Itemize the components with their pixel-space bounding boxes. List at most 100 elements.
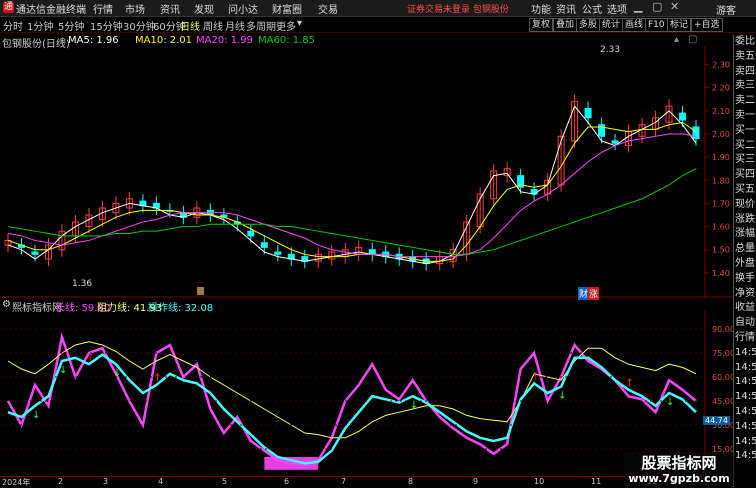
menu-xuanxiang[interactable]: 选项 [607, 1, 627, 16]
settings-icon[interactable]: ⚙ [59, 36, 66, 45]
menu-jiaoyi[interactable]: 交易 [318, 1, 338, 16]
candle-body [611, 140, 619, 144]
period-fenshi[interactable]: 分时 [3, 18, 23, 33]
quote-panel-item[interactable]: 买四 [735, 169, 755, 181]
quote-panel-item[interactable]: 14:50 [735, 450, 756, 462]
quote-panel-item[interactable]: 卖二 [735, 95, 755, 107]
period-more[interactable]: 更多 [276, 18, 296, 33]
price-tick-label: 1.50 [712, 246, 730, 255]
price-tick-label: 1.70 [712, 199, 730, 208]
menu-wenxiaoda[interactable]: 问小达 [228, 1, 258, 16]
watermark-title: 股票指标网 [641, 454, 716, 472]
period-daily[interactable]: 日线 [180, 18, 200, 33]
x-axis-labels: 2024年23456789101112 [0, 477, 705, 487]
quote-panel-item[interactable]: 涨幅 [735, 228, 755, 240]
tool-duogu[interactable]: 多股 [576, 18, 601, 32]
menu-zixun-right[interactable]: 资讯 [556, 1, 576, 16]
guest-user[interactable]: 游客 [716, 2, 736, 17]
quote-panel-item[interactable]: 14:50 [735, 376, 756, 388]
quote-panel-item[interactable]: 收益 [735, 302, 755, 314]
quote-panel-item[interactable]: 总量 [735, 243, 755, 255]
quote-panel-item[interactable]: 买一 [735, 125, 755, 137]
x-axis-label: 8 [408, 477, 414, 486]
quote-panel-item[interactable]: 净资 [735, 288, 755, 300]
menu-gongshi[interactable]: 公式 [582, 1, 602, 16]
menu-zixun[interactable]: 资讯 [160, 1, 180, 16]
menu-caifuquan[interactable]: 财富圈 [272, 1, 302, 16]
kline-chart[interactable]: 2.30 2.20 2.10 2.00 1.90 1.80 1.70 1.60 1.50 1.40 [0, 46, 733, 298]
menu-faxian[interactable]: 发现 [194, 1, 214, 16]
x-axis-label: 4 [158, 477, 164, 486]
tool-f10[interactable]: F10 [645, 18, 668, 32]
candle-body [692, 126, 700, 140]
zhang-badge[interactable]: 涨 [588, 287, 600, 300]
tool-diejia[interactable]: 叠加 [553, 18, 578, 32]
candle-body [31, 251, 39, 255]
period-15min[interactable]: 15分钟 [90, 18, 123, 33]
candles-group [4, 94, 700, 271]
chart-up-icon[interactable]: ▴ [674, 34, 679, 45]
quote-panel-item[interactable]: 委比 [735, 36, 755, 48]
x-axis-label: 11 [591, 477, 602, 486]
x-axis-label: 5 [222, 477, 228, 486]
price-axis: 2.30 2.20 2.10 2.00 1.90 1.80 1.70 1.60 1.50 1.40 [705, 61, 730, 278]
trade-login-warning[interactable]: 证券交易未登录 包钢股份 [407, 2, 509, 15]
quote-panel-item[interactable]: 卖一 [735, 110, 755, 122]
quote-panel-item[interactable]: 买二 [735, 140, 755, 152]
tool-fuquan[interactable]: 复权 [529, 18, 554, 32]
period-weekly[interactable]: 周线 [203, 18, 223, 33]
period-1min[interactable]: 1分钟 [27, 18, 53, 33]
period-30min[interactable]: 30分钟 [123, 18, 156, 33]
quote-panel-item[interactable]: 14:50 [735, 436, 756, 448]
quote-panel-item[interactable]: 自动 [735, 317, 755, 329]
tool-zixuan[interactable]: +自选 [691, 18, 723, 32]
price-tick-label: 1.80 [712, 176, 730, 185]
quote-panel-item[interactable]: 14:50 [735, 421, 756, 433]
x-axis-label: 2 [58, 477, 64, 486]
event-marker-icon[interactable] [197, 287, 204, 295]
stock-name-top: 包钢股份 [472, 5, 509, 15]
period-multi[interactable]: 多周期 [246, 18, 276, 33]
tool-biaoji[interactable]: 标记 [667, 18, 692, 32]
price-tick-label: 2.00 [712, 130, 730, 139]
ma-line-ma60 [7, 168, 697, 255]
price-tick-label: 2.30 [712, 61, 730, 70]
tool-huaxian[interactable]: 画线 [622, 18, 647, 32]
quote-panel-item[interactable]: 卖五 [735, 51, 755, 63]
indicator-line-2 [7, 353, 697, 465]
chart-expand-icon[interactable]: ▢ [688, 34, 697, 45]
signal-arrow-icon: ↓ [59, 365, 67, 376]
quote-panel-item[interactable]: 卖三 [735, 80, 755, 92]
menu-hangqing[interactable]: 行情 [93, 1, 113, 16]
restore-icon[interactable]: ▢ [652, 0, 662, 13]
period-monthly[interactable]: 月线 [225, 18, 245, 33]
quote-panel-item[interactable]: 卖四 [735, 66, 755, 78]
quote-panel-item[interactable]: 换手 [735, 273, 755, 285]
indicator-settings-icon[interactable]: ⚙ [2, 299, 11, 310]
menu-gongneng[interactable]: 功能 [531, 1, 551, 16]
close-icon[interactable]: ✕ [670, 0, 679, 13]
x-axis-label: 2024年 [2, 478, 31, 487]
candle-body [260, 242, 268, 248]
signal-arrow-icon: ↓ [558, 391, 566, 402]
quote-panel-item[interactable]: 14:50 [735, 362, 756, 374]
quote-panel-item[interactable]: 14:50 [735, 406, 756, 418]
ma-lines-group [7, 105, 697, 265]
quote-panel-item[interactable]: 14:50 [735, 391, 756, 403]
quote-panel-item[interactable]: 14:50 [735, 347, 756, 359]
quote-panel-item[interactable]: 行情 [735, 332, 755, 344]
quote-panel-item[interactable]: 买五 [735, 184, 755, 196]
tool-tongji[interactable]: 统计 [599, 18, 624, 32]
ma60-label: MA60: 1.85 [258, 35, 316, 46]
candle-body [274, 251, 282, 255]
minimize-icon[interactable]: ▁ [634, 0, 642, 13]
quote-panel-item[interactable]: 买三 [735, 154, 755, 166]
ma5-label: MA5: 1.96 [68, 35, 119, 46]
menu-shichang[interactable]: 市场 [125, 1, 145, 16]
more-dropdown-icon[interactable]: ▾ [297, 18, 302, 29]
period-5min[interactable]: 5分钟 [58, 18, 84, 33]
quote-panel-item[interactable]: 涨跌 [735, 214, 755, 226]
quote-panel-item[interactable]: 现价 [735, 199, 755, 211]
quote-panel-item[interactable]: 外盘 [735, 258, 755, 270]
price-tick-label: 2.10 [712, 107, 730, 116]
